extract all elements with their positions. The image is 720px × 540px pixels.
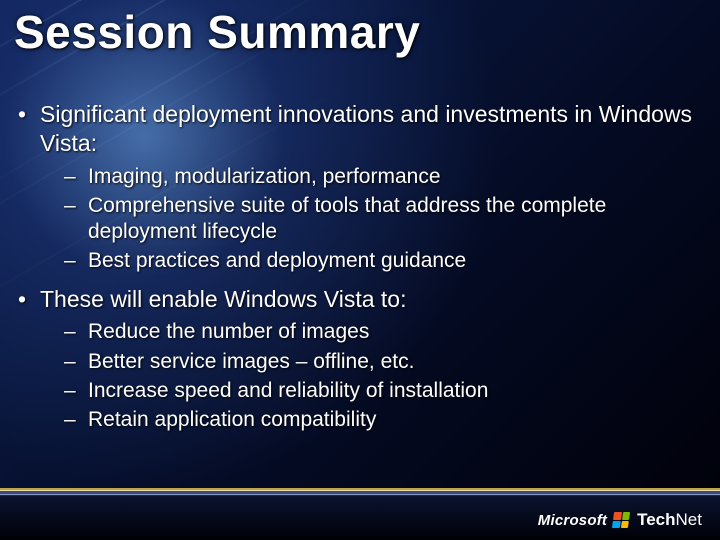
slide: Session Summary Significant deployment i…	[0, 0, 720, 540]
sub-bullet-item: Retain application compatibility	[64, 407, 700, 433]
bullet-text: Significant deployment innovations and i…	[40, 101, 692, 156]
slide-title: Session Summary	[14, 5, 420, 59]
logo-brand-light: Net	[676, 510, 702, 529]
bullet-item: Significant deployment innovations and i…	[14, 100, 700, 275]
sub-bullet-item: Best practices and deployment guidance	[64, 248, 700, 274]
sub-bullet-item: Comprehensive suite of tools that addres…	[64, 193, 700, 246]
sub-bullet-item: Reduce the number of images	[64, 319, 700, 345]
logo-brand-bold: Tech	[637, 510, 675, 529]
logo-company: Microsoft	[538, 512, 607, 529]
footer-stripe	[0, 488, 720, 496]
bullet-item: These will enable Windows Vista to: Redu…	[14, 285, 700, 434]
slide-body: Significant deployment innovations and i…	[14, 100, 700, 443]
bullet-text: These will enable Windows Vista to:	[40, 286, 406, 312]
sub-bullet-item: Increase speed and reliability of instal…	[64, 378, 700, 404]
sub-bullet-item: Imaging, modularization, performance	[64, 164, 700, 190]
technet-logo: Microsoft TechNet	[538, 510, 702, 530]
logo-brand: TechNet	[637, 510, 702, 530]
sub-bullet-item: Better service images – offline, etc.	[64, 349, 700, 375]
windows-flag-icon	[612, 512, 630, 528]
